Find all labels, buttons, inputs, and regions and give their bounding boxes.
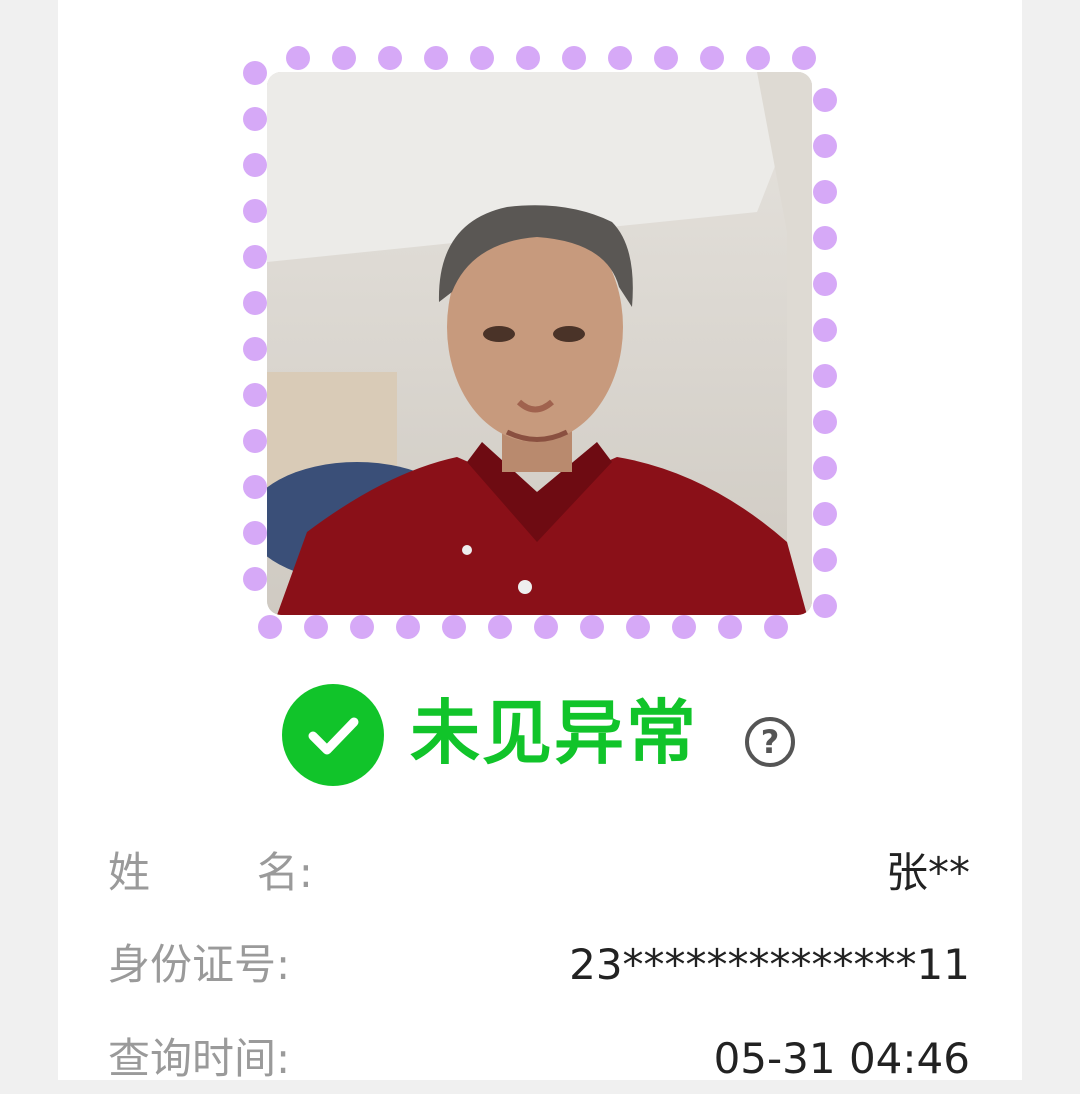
frame-dot <box>608 46 632 70</box>
frame-dot <box>516 46 540 70</box>
frame-dot <box>243 199 267 223</box>
frame-dot <box>813 88 837 112</box>
frame-dot <box>488 615 512 639</box>
frame-dot <box>813 180 837 204</box>
frame-dot <box>243 61 267 85</box>
photo-frame <box>240 45 840 640</box>
frame-dot <box>813 548 837 572</box>
time-label: 查询时间: <box>108 1034 291 1083</box>
frame-dot <box>580 615 604 639</box>
help-icon[interactable]: ? <box>745 717 795 767</box>
frame-dot <box>243 429 267 453</box>
frame-dot <box>243 153 267 177</box>
frame-dot <box>332 46 356 70</box>
frame-dot <box>534 615 558 639</box>
frame-dot <box>813 594 837 618</box>
frame-dot <box>700 46 724 70</box>
info-row-name: 姓 名: 张** <box>0 838 1080 908</box>
frame-dot <box>813 364 837 388</box>
check-circle-icon <box>282 684 384 786</box>
frame-dot <box>813 226 837 250</box>
frame-dot <box>813 456 837 480</box>
frame-dot <box>243 337 267 361</box>
frame-dot <box>792 46 816 70</box>
frame-dot <box>304 615 328 639</box>
frame-dot <box>813 410 837 434</box>
frame-dot <box>424 46 448 70</box>
frame-dot <box>746 46 770 70</box>
frame-dot <box>672 615 696 639</box>
frame-dot <box>470 46 494 70</box>
frame-dot <box>562 46 586 70</box>
id-value: 23**************11 <box>569 940 970 989</box>
frame-dot <box>243 107 267 131</box>
status-banner: 未见异常 ? <box>0 680 1080 790</box>
frame-dot <box>654 46 678 70</box>
frame-dot <box>813 134 837 158</box>
status-text: 未见异常 <box>410 692 698 774</box>
frame-dot <box>764 615 788 639</box>
frame-dot <box>350 615 374 639</box>
info-row-time: 查询时间: 05-31 04:46 <box>0 1024 1080 1094</box>
time-value: 05-31 04:46 <box>713 1034 970 1083</box>
frame-dot <box>243 245 267 269</box>
name-value: 张** <box>885 848 970 897</box>
frame-dot <box>396 615 420 639</box>
frame-dot <box>243 521 267 545</box>
frame-dot <box>378 46 402 70</box>
frame-dot <box>813 318 837 342</box>
frame-dot <box>626 615 650 639</box>
frame-dot <box>243 383 267 407</box>
frame-dot <box>243 567 267 591</box>
frame-dot <box>286 46 310 70</box>
info-row-id: 身份证号: 23**************11 <box>0 930 1080 1000</box>
frame-dot <box>258 615 282 639</box>
frame-dot <box>442 615 466 639</box>
id-label: 身份证号: <box>108 940 291 989</box>
frame-dot <box>813 272 837 296</box>
frame-dot <box>243 475 267 499</box>
frame-dot <box>718 615 742 639</box>
frame-dot <box>813 502 837 526</box>
name-label: 姓 名: <box>108 848 313 897</box>
frame-dot <box>243 291 267 315</box>
user-photo <box>267 72 812 615</box>
